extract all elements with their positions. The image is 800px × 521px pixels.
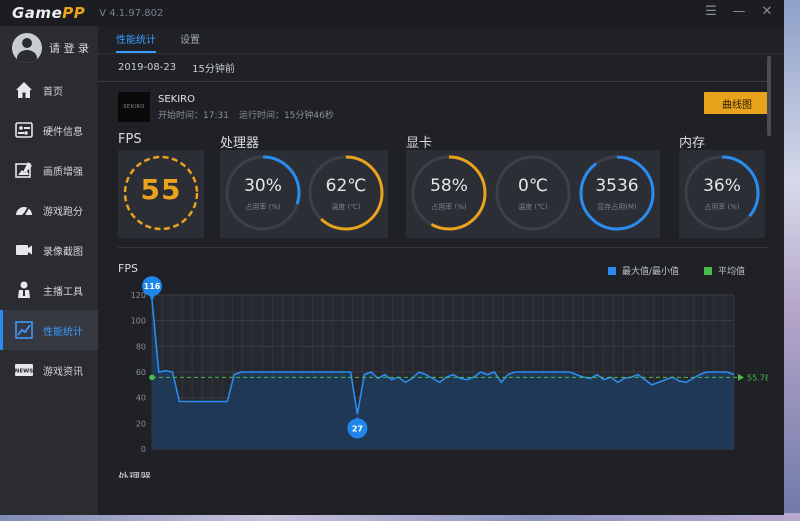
game-thumbnail: SEKIRO <box>118 92 150 122</box>
sidebar-item-label: 游戏资讯 <box>43 366 83 378</box>
sidebar-item-label: 性能统计 <box>43 326 83 338</box>
gpu-vram-value: 3536 <box>595 176 639 196</box>
sidebar-item-streamer[interactable]: 主播工具 <box>0 270 98 310</box>
game-name: SEKIRO <box>158 94 195 105</box>
memory-section-title: 内存 <box>679 136 706 151</box>
cpu-section-title: 处理器 <box>220 136 260 151</box>
sidebar-item-label: 游戏跑分 <box>43 206 83 218</box>
fps-gauge: 55 <box>122 154 200 232</box>
home-icon <box>14 80 34 100</box>
sidebar-item-recording[interactable]: 录像截图 <box>0 230 98 270</box>
fps-card: 55 <box>118 150 204 238</box>
sidebar-item-label: 硬件信息 <box>43 126 83 138</box>
curve-chart-button[interactable]: 曲线图 <box>704 92 770 114</box>
gpu-vram-gauge: 3536 显存占用(M) <box>578 154 656 232</box>
login-button[interactable]: 请 登 录 <box>0 26 98 70</box>
y-tick-label: 100 <box>131 317 146 326</box>
memory-usage-label: 占用率 (%) <box>704 203 740 211</box>
gpu-vram-label: 显存占用(M) <box>597 203 637 211</box>
sidebar-item-label: 画质增强 <box>43 166 83 178</box>
sidebar-item-hardware[interactable]: 硬件信息 <box>0 110 98 150</box>
average-dot <box>149 374 155 381</box>
memory-usage-value: 36% <box>703 176 741 196</box>
sidebar-item-home[interactable]: 首页 <box>0 70 98 110</box>
login-label: 请 登 录 <box>49 42 89 55</box>
app-logo: GamePP <box>12 4 86 22</box>
y-tick-label: 120 <box>131 291 146 300</box>
minimize-icon[interactable]: — <box>732 5 746 19</box>
main-scrollbar[interactable] <box>767 56 771 136</box>
y-tick-label: 0 <box>141 445 146 454</box>
title-bar: GamePP V 4.1.97.802 ☰ — ✕ <box>0 0 784 26</box>
cpu-usage-label: 占用率 (%) <box>245 203 281 211</box>
average-arrow <box>738 373 744 381</box>
streamer-icon <box>14 280 34 300</box>
app-version: V 4.1.97.802 <box>99 7 164 19</box>
y-tick-label: 20 <box>136 419 146 428</box>
gpu-temp-value: 0℃ <box>518 176 548 196</box>
sidebar-item-performance[interactable]: 性能统计 <box>0 310 98 350</box>
session-ago: 15分钟前 <box>192 64 235 75</box>
sidebar-item-label: 录像截图 <box>43 246 83 258</box>
average-label: 55.78 <box>747 373 768 382</box>
fps-chart-plot: 0 20 40 60 80 100 120 55.78 116 27 <box>131 276 768 454</box>
cpu-usage-gauge: 30% 占用率 (%) <box>224 154 302 232</box>
y-tick-label: 60 <box>136 368 146 377</box>
main-panel: 性能统计 设置 2019-08-23 15分钟前 SEKIRO SEKIRO 开… <box>98 26 784 515</box>
desktop-background <box>782 0 800 521</box>
gpu-usage-label: 占用率 (%) <box>431 203 467 211</box>
next-chart-peek: 处理器 <box>118 458 768 478</box>
cpu-card: 30% 占用率 (%) 62℃ 温度 (℃) <box>220 150 388 238</box>
camera-icon <box>14 240 34 260</box>
game-info: SEKIRO SEKIRO 开始时间：17:31 运行时间：15分钟46秒 曲线… <box>118 92 770 126</box>
cpu-temp-value: 62℃ <box>325 176 367 196</box>
sidebar-item-image-enhance[interactable]: 画质增强 <box>0 150 98 190</box>
gpu-temp-label: 温度 (℃) <box>518 203 548 211</box>
session-date: 2019-08-23 <box>118 62 177 73</box>
memory-card: 36% 占用率 (%) <box>679 150 765 238</box>
cpu-chart-title: 处理器 <box>118 471 151 478</box>
cpu-usage-value: 30% <box>244 176 282 196</box>
svg-text:NEWS: NEWS <box>15 369 33 375</box>
sidebar-item-news[interactable]: NEWS 游戏资讯 <box>0 350 98 390</box>
sidebar-item-label: 主播工具 <box>43 286 83 298</box>
cpu-temp-gauge: 62℃ 温度 (℃) <box>307 154 385 232</box>
y-tick-label: 40 <box>136 394 146 403</box>
gpu-usage-value: 58% <box>430 176 468 196</box>
fps-value: 55 <box>140 173 182 206</box>
sidebar-item-benchmark[interactable]: 游戏跑分 <box>0 190 98 230</box>
tab-bar: 性能统计 设置 <box>98 26 784 54</box>
y-tick-label: 80 <box>136 342 146 351</box>
run-time: 运行时间：15分钟46秒 <box>238 111 334 121</box>
min-marker-label: 27 <box>352 424 363 433</box>
chart-icon <box>14 320 34 340</box>
gpu-usage-gauge: 58% 占用率 (%) <box>410 154 488 232</box>
speedometer-icon <box>14 200 34 220</box>
gamepp-window: GamePP V 4.1.97.802 ☰ — ✕ 请 登 录 首页 硬件信息 <box>0 0 784 515</box>
gpu-temp-gauge: 0℃ 温度 (℃) <box>494 154 572 232</box>
gpu-section-title: 显卡 <box>406 136 433 151</box>
avatar <box>12 33 42 63</box>
start-time: 开始时间：17:31 <box>158 111 229 121</box>
fps-chart: FPS 最大值/最小值 平均值 0 20 40 60 80 100 120 55.78 116 2… <box>118 256 768 456</box>
session-date-row[interactable]: 2019-08-23 15分钟前 <box>98 54 768 82</box>
sidebar: 请 登 录 首页 硬件信息 画质增强 游戏跑分 录像截图 主播工具 性能统计 N… <box>0 26 98 515</box>
fps-section-title: FPS <box>118 132 142 147</box>
hardware-icon <box>14 120 34 140</box>
cpu-temp-label: 温度 (℃) <box>331 203 361 211</box>
metric-summary: FPS 处理器 显卡 内存 55 30% 占用率 (%) 62℃ 温度 (℃) … <box>118 132 768 242</box>
close-icon[interactable]: ✕ <box>760 5 774 19</box>
memory-usage-gauge: 36% 占用率 (%) <box>683 154 761 232</box>
menu-icon[interactable]: ☰ <box>704 5 718 19</box>
max-marker-label: 116 <box>144 282 161 291</box>
image-enhance-icon <box>14 160 34 180</box>
tab-performance[interactable]: 性能统计 <box>116 31 156 53</box>
section-divider <box>118 247 768 248</box>
news-icon: NEWS <box>14 360 34 380</box>
tab-settings[interactable]: 设置 <box>180 31 200 53</box>
sidebar-item-label: 首页 <box>43 86 63 98</box>
gpu-card: 58% 占用率 (%) 0℃ 温度 (℃) 3536 显存占用(M) <box>406 150 660 238</box>
